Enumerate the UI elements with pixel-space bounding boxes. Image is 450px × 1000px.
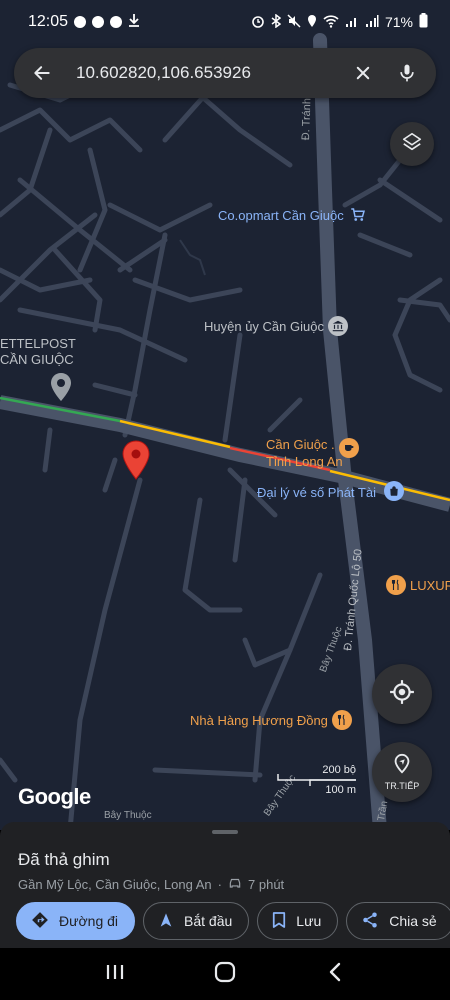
navigation-pin-icon bbox=[391, 753, 413, 780]
scale-label-meters: 100 m bbox=[325, 784, 356, 796]
recent-apps-button[interactable] bbox=[95, 954, 135, 994]
share-label: Chia sẻ bbox=[389, 913, 437, 929]
place-nha-hang[interactable]: Nhà Hàng Hương Đồng bbox=[190, 710, 352, 730]
separator-dot: · bbox=[217, 877, 223, 892]
recent-apps-icon bbox=[105, 963, 125, 986]
action-chips: Đường đi Bắt đầu Lưu Chia sẻ bbox=[16, 902, 450, 940]
start-button[interactable]: Bắt đầu bbox=[143, 902, 250, 940]
facebook-icon bbox=[74, 16, 87, 28]
government-building-icon bbox=[327, 316, 348, 336]
location-description: Gần Mỹ Lộc, Cần Giuộc, Long An bbox=[18, 877, 212, 892]
alarm-icon bbox=[251, 14, 265, 31]
drag-handle[interactable] bbox=[212, 830, 238, 834]
bookmark-icon bbox=[272, 911, 286, 932]
place-coopmart-label: Co.opmart Cần Giuộc bbox=[218, 207, 344, 223]
bluetooth-icon bbox=[271, 13, 282, 31]
status-bar: 12:05 71% bbox=[0, 0, 450, 44]
start-navigation-label: TR.TIẾP bbox=[384, 781, 420, 791]
location-marker-icon[interactable] bbox=[50, 372, 72, 407]
restaurant-icon bbox=[386, 575, 406, 595]
navigation-arrow-icon bbox=[158, 911, 174, 932]
restaurant-icon bbox=[331, 710, 352, 730]
layers-icon bbox=[401, 131, 423, 158]
place-viettelpost-label-2: CẦN GIUỘC bbox=[0, 352, 74, 367]
place-luxury[interactable]: LUXUR bbox=[386, 575, 450, 595]
crosshair-location-icon bbox=[389, 679, 415, 710]
place-can-giuoc-cafe[interactable]: Cần Giuộc . Tỉnh Long An bbox=[266, 436, 343, 470]
place-viettelpost-label-1: ETTELPOST bbox=[0, 336, 76, 351]
place-nha-hang-label: Nhà Hàng Hương Đồng bbox=[190, 712, 328, 728]
home-button[interactable] bbox=[205, 954, 245, 994]
status-time: 12:05 bbox=[28, 13, 69, 30]
signal-icon bbox=[365, 14, 379, 31]
shopping-cart-icon bbox=[347, 205, 368, 225]
notification-app-icon bbox=[110, 16, 123, 28]
home-icon bbox=[214, 961, 236, 988]
facebook-icon bbox=[92, 16, 105, 28]
sheet-subtitle: Gần Mỹ Lộc, Cần Giuộc, Long An · 7 phút bbox=[18, 877, 284, 892]
search-input[interactable] bbox=[76, 63, 334, 83]
dropped-pin-icon[interactable] bbox=[122, 440, 150, 485]
wifi-icon bbox=[323, 14, 339, 31]
car-icon bbox=[228, 877, 242, 892]
map-scale: 200 bộ 100 m bbox=[270, 764, 360, 800]
travel-time: 7 phút bbox=[248, 877, 285, 892]
place-can-giuoc-label-1: Cần Giuộc . bbox=[266, 437, 335, 452]
place-huyen-uy-label: Huyện ủy Cần Giuộc bbox=[204, 318, 324, 334]
save-button[interactable]: Lưu bbox=[257, 902, 339, 940]
sheet-title: Đã thả ghim bbox=[18, 850, 110, 869]
start-navigation-button[interactable]: TR.TIẾP bbox=[372, 742, 432, 802]
shopping-bag-icon[interactable] bbox=[384, 481, 404, 501]
cafe-icon[interactable] bbox=[339, 438, 359, 458]
back-chevron-icon bbox=[328, 962, 342, 987]
place-can-giuoc-label-2: Tỉnh Long An bbox=[266, 454, 343, 469]
layers-button[interactable] bbox=[390, 122, 434, 166]
directions-icon bbox=[31, 911, 49, 932]
signal-icon bbox=[345, 14, 359, 31]
place-dai-ly-label: Đại lý vé số Phát Tài bbox=[257, 485, 376, 500]
location-icon bbox=[307, 14, 317, 31]
system-navigation-bar bbox=[0, 948, 450, 1000]
place-bottom-sheet[interactable]: Đã thả ghim Gần Mỹ Lộc, Cần Giuộc, Long … bbox=[0, 822, 450, 948]
share-button[interactable]: Chia sẻ bbox=[346, 902, 450, 940]
battery-icon bbox=[419, 13, 428, 31]
place-dai-ly-ve-so[interactable]: Đại lý vé số Phát Tài bbox=[257, 485, 376, 500]
clear-search-icon[interactable] bbox=[348, 58, 378, 88]
scale-label-feet: 200 bộ bbox=[322, 764, 356, 776]
directions-label: Đường đi bbox=[59, 913, 119, 929]
road-label-bay-thuoc-3: Bây Thuộc bbox=[104, 810, 152, 821]
google-logo: Google bbox=[18, 784, 91, 809]
my-location-button[interactable] bbox=[372, 664, 432, 724]
share-icon bbox=[361, 911, 379, 932]
search-bar bbox=[14, 48, 436, 98]
directions-button[interactable]: Đường đi bbox=[16, 902, 136, 940]
back-arrow-icon[interactable] bbox=[30, 61, 54, 85]
download-icon bbox=[128, 13, 140, 32]
microphone-icon[interactable] bbox=[392, 58, 422, 88]
save-label: Lưu bbox=[296, 913, 322, 929]
place-coopmart[interactable]: Co.opmart Cần Giuộc bbox=[218, 205, 368, 225]
place-luxury-label: LUXUR bbox=[410, 577, 450, 593]
start-label: Bắt đầu bbox=[184, 913, 233, 929]
place-viettelpost[interactable]: ETTELPOST CẦN GIUỘC bbox=[0, 336, 76, 368]
battery-percent: 71% bbox=[384, 14, 413, 30]
back-button[interactable] bbox=[315, 954, 355, 994]
place-huyen-uy[interactable]: Huyện ủy Cần Giuộc bbox=[204, 316, 348, 336]
mute-icon bbox=[287, 13, 301, 31]
